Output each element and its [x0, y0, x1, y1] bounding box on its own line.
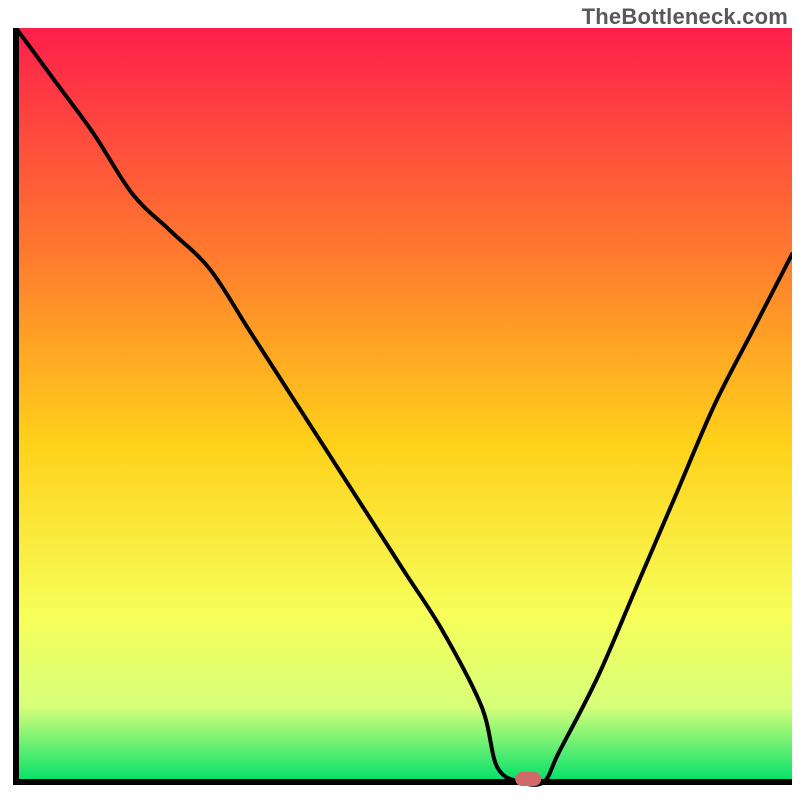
- chart-container: TheBottleneck.com: [0, 0, 800, 800]
- optimal-marker: [515, 772, 541, 786]
- gradient-background: [16, 28, 792, 782]
- bottleneck-chart: [10, 28, 792, 790]
- watermark-label: TheBottleneck.com: [582, 4, 788, 30]
